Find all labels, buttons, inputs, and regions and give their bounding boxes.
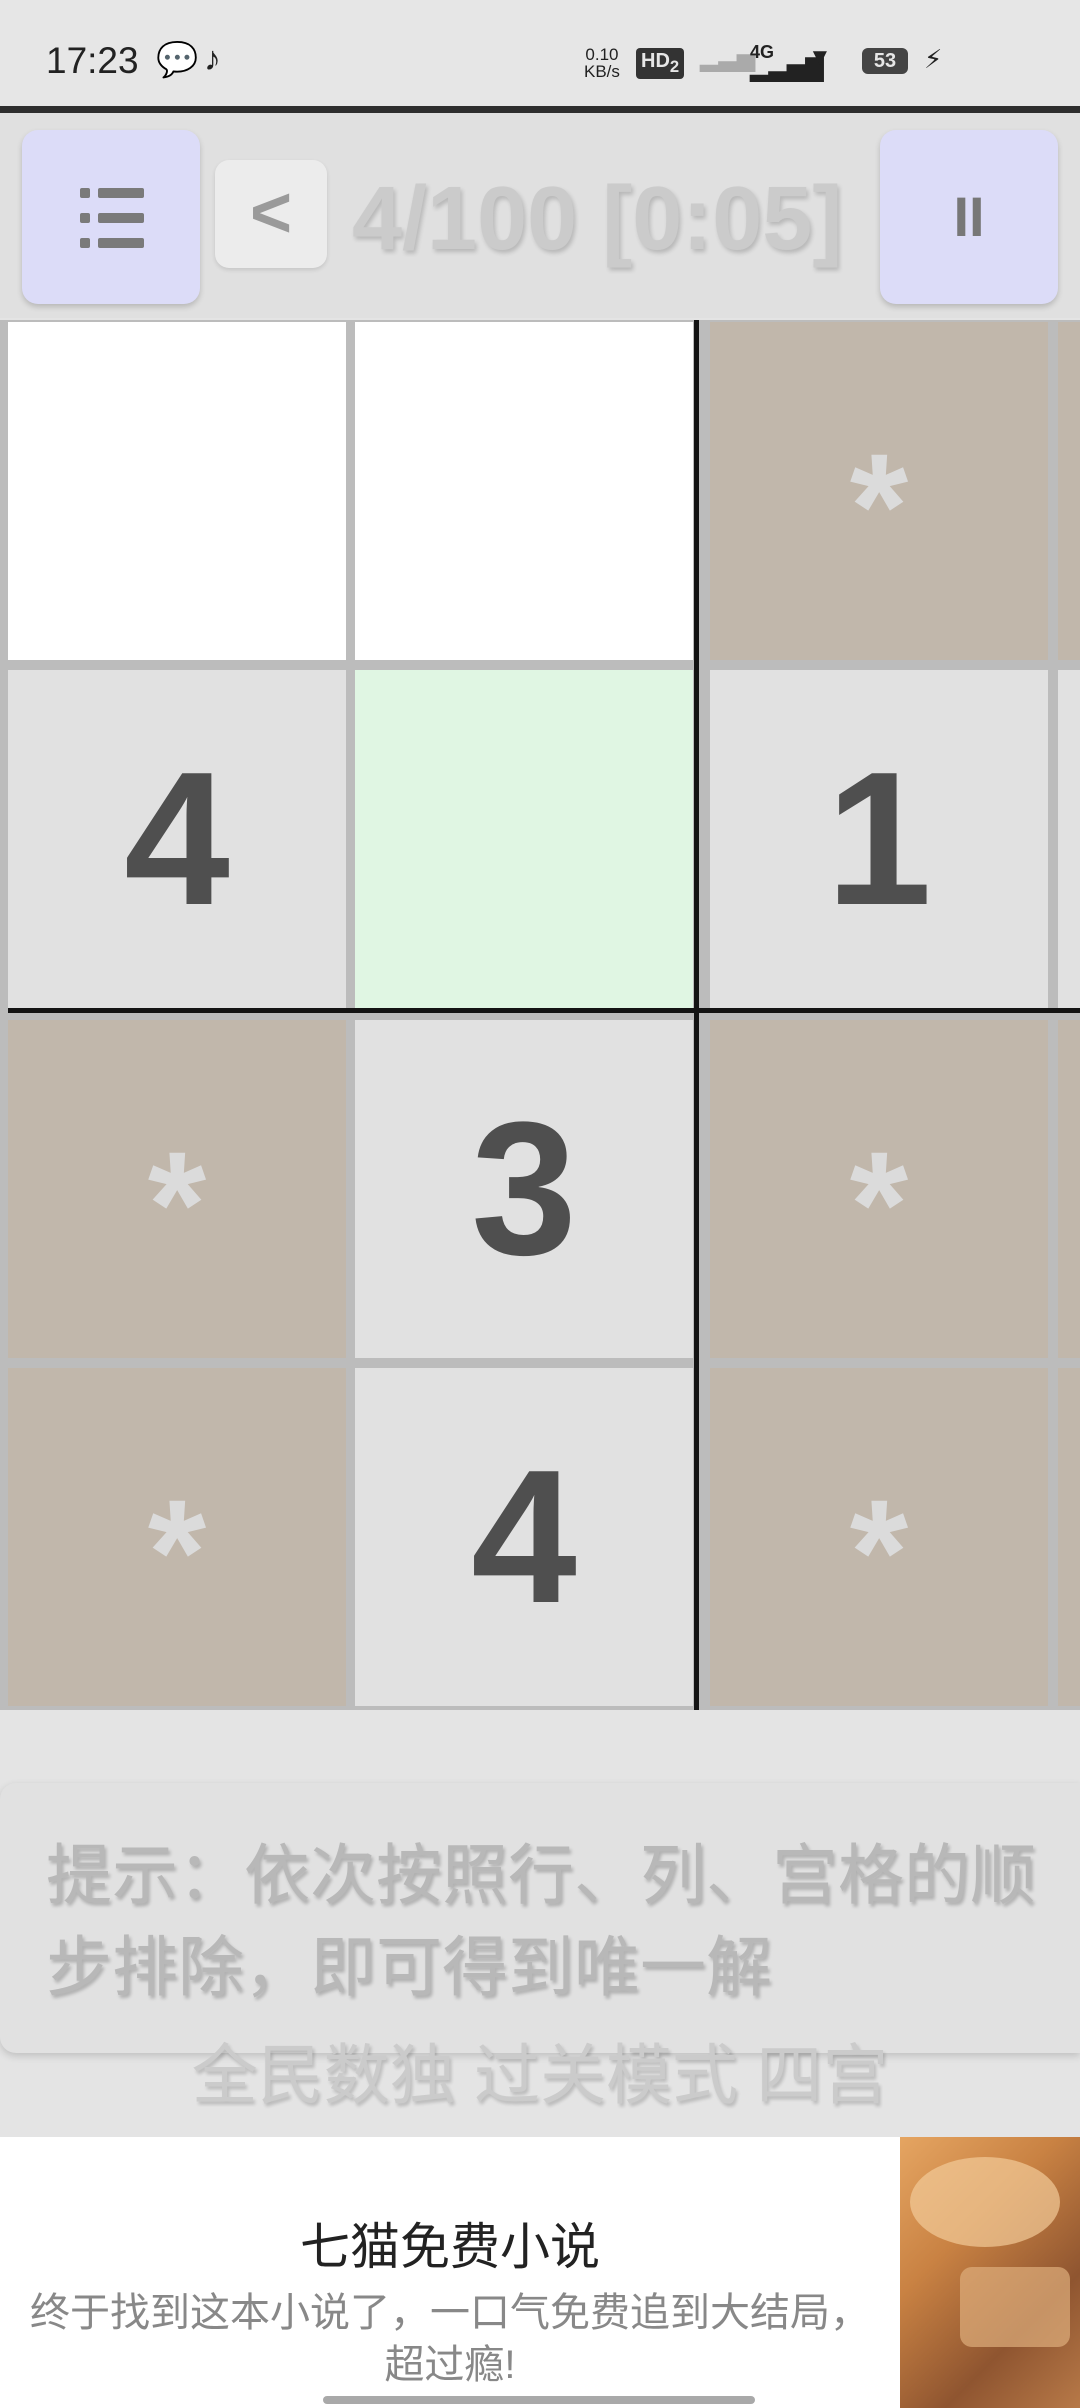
cell-r1c2[interactable] <box>355 322 693 660</box>
list-icon <box>80 188 144 248</box>
cell-r2c2[interactable] <box>355 670 693 1008</box>
game-mode-label: 全民数独 过关模式 四宫 <box>191 2038 889 2112</box>
previous-level-button[interactable]: < <box>215 160 327 268</box>
cell-r2c3[interactable]: 1 <box>710 670 1048 1008</box>
cell-r3c1[interactable]: * <box>8 1020 346 1358</box>
level-progress-timer: 4/100 [0:05] <box>352 169 843 269</box>
cell-r2c1[interactable]: 4 <box>8 670 346 1008</box>
signal-icon-1: ▂▃▅ <box>700 45 756 72</box>
box-divider-horizontal <box>8 1008 1080 1013</box>
cell-r1c1[interactable] <box>8 322 346 660</box>
toolbar: < 4/100 [0:05] II <box>0 113 1080 318</box>
ad-description[interactable]: 终于找到这本小说了，一口气免费追到大结局，超过瘾! <box>20 2287 880 2391</box>
home-indicator[interactable] <box>323 2396 755 2404</box>
status-bar: 17:23 💬 ♪ 0.10 KB/s HD2 ▂▃▅ 4G ▂▃▅▇ ▼ 53… <box>0 0 1080 108</box>
ad-title[interactable]: 七猫免费小说 <box>0 2207 900 2279</box>
hint-text: 提示：依次按照行、列、宫格的顺 步排除，即可得到唯一解 <box>46 1838 1036 2004</box>
cell-r3c3[interactable]: * <box>710 1020 1048 1358</box>
net-speed: 0.10 KB/s <box>584 45 620 81</box>
status-time: 17:23 <box>46 40 139 81</box>
ad-image[interactable] <box>900 2137 1080 2408</box>
box-divider-vertical-bottom <box>694 1010 699 1710</box>
cell-r3c4[interactable] <box>1058 1020 1080 1358</box>
menu-button[interactable] <box>22 130 200 304</box>
sudoku-board: * 4 1 * 3 * * 4 * <box>0 320 1080 1710</box>
box-divider-vertical-top <box>694 320 699 1010</box>
top-divider <box>0 106 1080 113</box>
message-icon: 💬 <box>156 41 199 79</box>
hint-panel: 提示：依次按照行、列、宫格的顺 步排除，即可得到唯一解 <box>0 1783 1080 2053</box>
cell-r1c4[interactable] <box>1058 322 1080 660</box>
ad-banner[interactable]: 七猫免费小说 终于找到这本小说了，一口气免费追到大结局，超过瘾! <box>0 2137 1080 2408</box>
cell-r4c2[interactable]: 4 <box>355 1368 693 1706</box>
cell-r1c3[interactable]: * <box>710 322 1048 660</box>
cell-r4c1[interactable]: * <box>8 1368 346 1706</box>
charging-icon: ⚡ <box>924 44 943 74</box>
hd-icon: HD2 <box>636 48 685 79</box>
wifi-icon: ▼ <box>808 44 832 71</box>
battery-icon: 53 <box>862 48 908 74</box>
cell-r4c4[interactable] <box>1058 1368 1080 1706</box>
pause-button[interactable]: II <box>880 130 1058 304</box>
cell-r3c2[interactable]: 3 <box>355 1020 693 1358</box>
cell-r2c4[interactable] <box>1058 670 1080 1008</box>
tiktok-icon: ♪ <box>204 40 221 78</box>
cell-r4c3[interactable]: * <box>710 1368 1048 1706</box>
